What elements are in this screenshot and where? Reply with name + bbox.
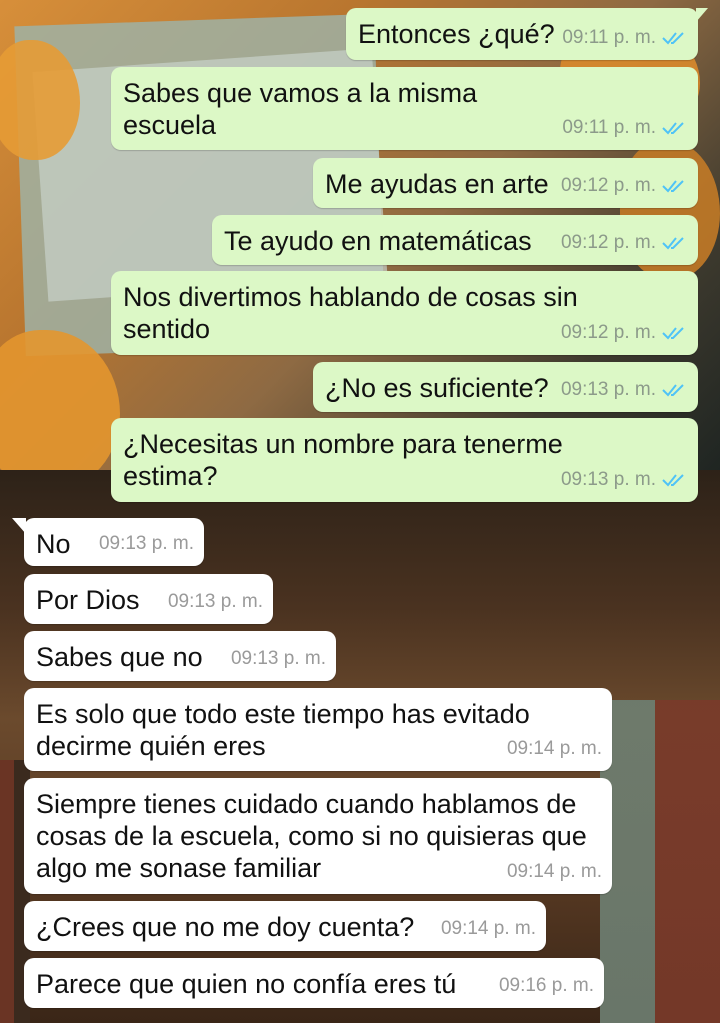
message-bubble-incoming[interactable]: Por Dios 09:13 p. m.	[24, 574, 273, 624]
read-receipt-icon	[662, 122, 684, 135]
message-time: 09:11 p. m.	[562, 117, 656, 138]
message-bubble-outgoing[interactable]: ¿No es suficiente? 09:13 p. m.	[313, 362, 698, 412]
bubble-tail	[12, 518, 26, 534]
message-text: Sabes que no	[36, 642, 203, 672]
message-time: 09:13 p. m.	[560, 379, 656, 400]
message-time: 09:13 p. m.	[560, 469, 656, 490]
message-bubble-outgoing[interactable]: Me ayudas en arte 09:12 p. m.	[313, 158, 698, 208]
message-list: Entonces ¿qué? 09:11 p. m. Sabes que vam…	[0, 0, 720, 1023]
read-receipt-icon	[662, 32, 684, 45]
message-bubble-incoming[interactable]: Siempre tienes cuidado cuando hablamos d…	[24, 778, 612, 894]
message-bubble-incoming[interactable]: Parece que quien no confía eres tú 09:16…	[24, 958, 604, 1008]
message-time: 09:13 p. m.	[98, 533, 194, 554]
message-text: Entonces ¿qué?	[358, 19, 555, 49]
message-text: ¿Crees que no me doy cuenta?	[36, 912, 415, 942]
message-text: Es solo que todo este tiempo has evitado…	[36, 699, 530, 761]
message-bubble-outgoing[interactable]: Nos divertimos hablando de cosas sin sen…	[111, 271, 698, 355]
message-text: No	[36, 529, 71, 559]
message-bubble-outgoing[interactable]: Entonces ¿qué? 09:11 p. m.	[346, 8, 708, 60]
message-time: 09:13 p. m.	[230, 648, 326, 669]
message-text: Te ayudo en matemáticas	[224, 226, 532, 256]
message-text: Me ayudas en arte	[325, 169, 549, 199]
message-time: 09:16 p. m.	[498, 975, 594, 996]
read-receipt-icon	[662, 384, 684, 397]
message-bubble-outgoing[interactable]: Sabes que vamos a la misma escuela 09:11…	[111, 67, 698, 150]
message-time: 09:12 p. m.	[560, 232, 656, 253]
message-time: 09:14 p. m.	[506, 738, 602, 759]
message-bubble-incoming[interactable]: ¿Crees que no me doy cuenta? 09:14 p. m.	[24, 901, 546, 951]
message-text: Nos divertimos hablando de cosas sin sen…	[123, 282, 578, 344]
message-text: ¿Necesitas un nombre para tenerme estima…	[123, 429, 563, 491]
message-bubble-incoming[interactable]: No 09:13 p. m.	[12, 518, 204, 566]
message-text: Sabes que vamos a la misma escuela	[123, 78, 478, 140]
read-receipt-icon	[662, 474, 684, 487]
message-time: 09:11 p. m.	[562, 27, 656, 48]
message-time: 09:12 p. m.	[560, 175, 656, 196]
message-bubble-incoming[interactable]: Sabes que no 09:13 p. m.	[24, 631, 336, 681]
message-text: Parece que quien no confía eres tú	[36, 969, 457, 999]
message-time: 09:14 p. m.	[506, 861, 602, 882]
message-bubble-outgoing[interactable]: ¿Necesitas un nombre para tenerme estima…	[111, 418, 698, 502]
read-receipt-icon	[662, 180, 684, 193]
bubble-tail	[696, 8, 708, 22]
read-receipt-icon	[662, 237, 684, 250]
message-bubble-incoming[interactable]: Es solo que todo este tiempo has evitado…	[24, 688, 612, 771]
message-time: 09:14 p. m.	[440, 918, 536, 939]
message-time: 09:13 p. m.	[167, 591, 263, 612]
read-receipt-icon	[662, 327, 684, 340]
message-bubble-outgoing[interactable]: Te ayudo en matemáticas 09:12 p. m.	[212, 215, 698, 265]
message-text: Siempre tienes cuidado cuando hablamos d…	[36, 789, 587, 883]
message-text: Por Dios	[36, 585, 140, 615]
message-time: 09:12 p. m.	[560, 322, 656, 343]
message-text: ¿No es suficiente?	[325, 373, 549, 403]
